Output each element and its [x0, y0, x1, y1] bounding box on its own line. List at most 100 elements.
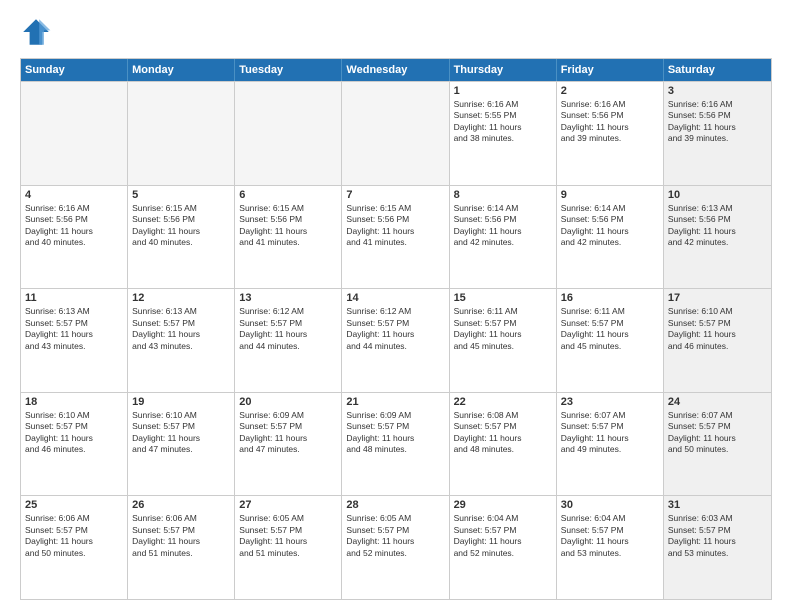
day-number: 4	[25, 189, 123, 201]
calendar-body: 1 Sunrise: 6:16 AMSunset: 5:55 PMDaylight…	[21, 81, 771, 599]
header-day-wednesday: Wednesday	[342, 59, 449, 81]
day-number: 29	[454, 499, 552, 511]
day-number: 20	[239, 396, 337, 408]
calendar-cell-19: 19Sunrise: 6:10 AMSunset: 5:57 PMDayligh…	[128, 393, 235, 496]
cell-info: Sunrise: 6:16 AMSunset: 5:56 PMDaylight:…	[668, 99, 767, 145]
cell-info: Sunrise: 6:06 AMSunset: 5:57 PMDaylight:…	[25, 513, 123, 559]
calendar-cell-16: 16 Sunrise: 6:11 AMSunset: 5:57 PMDayligh…	[557, 289, 664, 392]
calendar-cell-empty-0-2	[235, 82, 342, 185]
calendar-cell-31: 31 Sunrise: 6:03 AMSunset: 5:57 PMDayligh…	[664, 496, 771, 599]
calendar-cell-5: 5 Sunrise: 6:15 AMSunset: 5:56 PMDaylight…	[128, 186, 235, 289]
calendar-cell-empty-0-0	[21, 82, 128, 185]
calendar-cell-18: 18 Sunrise: 6:10 AMSunset: 5:57 PMDayligh…	[21, 393, 128, 496]
cell-info: Sunrise: 6:07 AMSunset: 5:57 PMDaylight:…	[561, 410, 659, 456]
cell-info: Sunrise: 6:11 AMSunset: 5:57 PMDaylight:…	[561, 306, 659, 352]
day-number: 15	[454, 292, 552, 304]
calendar-cell-2: 2 Sunrise: 6:16 AMSunset: 5:56 PMDaylight…	[557, 82, 664, 185]
day-number: 6	[239, 189, 337, 201]
day-number: 25	[25, 499, 123, 511]
cell-info: Sunrise: 6:16 AMSunset: 5:56 PMDaylight:…	[25, 203, 123, 249]
day-number: 3	[668, 85, 767, 97]
day-number: 14	[346, 292, 444, 304]
calendar-cell-9: 9Sunrise: 6:14 AMSunset: 5:56 PMDaylight…	[557, 186, 664, 289]
day-number: 17	[668, 292, 767, 304]
header-day-thursday: Thursday	[450, 59, 557, 81]
day-number: 26	[132, 499, 230, 511]
calendar-cell-22: 22 Sunrise: 6:08 AMSunset: 5:57 PMDayligh…	[450, 393, 557, 496]
day-number: 27	[239, 499, 337, 511]
header-day-saturday: Saturday	[664, 59, 771, 81]
calendar-cell-7: 7Sunrise: 6:15 AMSunset: 5:56 PMDaylight…	[342, 186, 449, 289]
calendar-cell-8: 8Sunrise: 6:14 AMSunset: 5:56 PMDaylight…	[450, 186, 557, 289]
day-number: 9	[561, 189, 659, 201]
calendar-cell-4: 4 Sunrise: 6:16 AMSunset: 5:56 PMDaylight…	[21, 186, 128, 289]
calendar-cell-24: 24 Sunrise: 6:07 AMSunset: 5:57 PMDayligh…	[664, 393, 771, 496]
calendar-header: SundayMondayTuesdayWednesdayThursdayFrid…	[21, 59, 771, 81]
day-number: 11	[25, 292, 123, 304]
calendar-cell-empty-0-3	[342, 82, 449, 185]
cell-info: Sunrise: 6:07 AMSunset: 5:57 PMDaylight:…	[668, 410, 767, 456]
calendar-row-1: 1 Sunrise: 6:16 AMSunset: 5:55 PMDaylight…	[21, 81, 771, 185]
calendar-cell-27: 27 Sunrise: 6:05 AMSunset: 5:57 PMDayligh…	[235, 496, 342, 599]
logo	[20, 16, 56, 48]
day-number: 12	[132, 292, 230, 304]
cell-info: Sunrise: 6:13 AMSunset: 5:57 PMDaylight:…	[25, 306, 123, 352]
cell-info: Sunrise: 6:04 AMSunset: 5:57 PMDaylight:…	[454, 513, 552, 559]
day-number: 5	[132, 189, 230, 201]
cell-info: Sunrise: 6:16 AMSunset: 5:55 PMDaylight:…	[454, 99, 552, 145]
cell-info: Sunrise: 6:09 AMSunset: 5:57 PMDaylight:…	[239, 410, 337, 456]
calendar-cell-23: 23 Sunrise: 6:07 AMSunset: 5:57 PMDayligh…	[557, 393, 664, 496]
cell-info: Sunrise: 6:04 AMSunset: 5:57 PMDaylight:…	[561, 513, 659, 559]
day-number: 16	[561, 292, 659, 304]
cell-info: Sunrise: 6:05 AMSunset: 5:57 PMDaylight:…	[239, 513, 337, 559]
calendar-cell-25: 25 Sunrise: 6:06 AMSunset: 5:57 PMDayligh…	[21, 496, 128, 599]
cell-info: Sunrise: 6:05 AMSunset: 5:57 PMDaylight:…	[346, 513, 444, 559]
calendar-cell-14: 14 Sunrise: 6:12 AMSunset: 5:57 PMDayligh…	[342, 289, 449, 392]
day-number: 19	[132, 396, 230, 408]
calendar-cell-20: 20 Sunrise: 6:09 AMSunset: 5:57 PMDayligh…	[235, 393, 342, 496]
calendar-cell-11: 11 Sunrise: 6:13 AMSunset: 5:57 PMDayligh…	[21, 289, 128, 392]
cell-info: Sunrise: 6:11 AMSunset: 5:57 PMDaylight:…	[454, 306, 552, 352]
cell-info: Sunrise: 6:06 AMSunset: 5:57 PMDaylight:…	[132, 513, 230, 559]
day-number: 28	[346, 499, 444, 511]
cell-info: Sunrise: 6:10 AMSunset: 5:57 PMDaylight:…	[25, 410, 123, 456]
day-number: 23	[561, 396, 659, 408]
day-number: 1	[454, 85, 552, 97]
cell-info: Sunrise: 6:12 AMSunset: 5:57 PMDaylight:…	[239, 306, 337, 352]
cell-info: Sunrise: 6:08 AMSunset: 5:57 PMDaylight:…	[454, 410, 552, 456]
cell-info: Sunrise: 6:13 AMSunset: 5:56 PMDaylight:…	[668, 203, 767, 249]
calendar-row-4: 18 Sunrise: 6:10 AMSunset: 5:57 PMDayligh…	[21, 392, 771, 496]
day-number: 7	[346, 189, 444, 201]
calendar-cell-6: 6 Sunrise: 6:15 AMSunset: 5:56 PMDaylight…	[235, 186, 342, 289]
cell-info: Sunrise: 6:15 AMSunset: 5:56 PMDaylight:…	[239, 203, 337, 249]
day-number: 18	[25, 396, 123, 408]
calendar-row-5: 25 Sunrise: 6:06 AMSunset: 5:57 PMDayligh…	[21, 495, 771, 599]
calendar-cell-empty-0-1	[128, 82, 235, 185]
calendar-cell-1: 1 Sunrise: 6:16 AMSunset: 5:55 PMDaylight…	[450, 82, 557, 185]
calendar-cell-3: 3 Sunrise: 6:16 AMSunset: 5:56 PMDaylight…	[664, 82, 771, 185]
day-number: 2	[561, 85, 659, 97]
calendar-cell-21: 21Sunrise: 6:09 AMSunset: 5:57 PMDayligh…	[342, 393, 449, 496]
calendar-cell-26: 26 Sunrise: 6:06 AMSunset: 5:57 PMDayligh…	[128, 496, 235, 599]
cell-info: Sunrise: 6:03 AMSunset: 5:57 PMDaylight:…	[668, 513, 767, 559]
calendar-cell-28: 28 Sunrise: 6:05 AMSunset: 5:57 PMDayligh…	[342, 496, 449, 599]
page: SundayMondayTuesdayWednesdayThursdayFrid…	[0, 0, 792, 612]
calendar-row-3: 11 Sunrise: 6:13 AMSunset: 5:57 PMDayligh…	[21, 288, 771, 392]
calendar-row-2: 4 Sunrise: 6:16 AMSunset: 5:56 PMDaylight…	[21, 185, 771, 289]
header	[20, 16, 772, 48]
day-number: 30	[561, 499, 659, 511]
cell-info: Sunrise: 6:16 AMSunset: 5:56 PMDaylight:…	[561, 99, 659, 145]
calendar-cell-12: 12 Sunrise: 6:13 AMSunset: 5:57 PMDayligh…	[128, 289, 235, 392]
day-number: 22	[454, 396, 552, 408]
calendar-cell-30: 30 Sunrise: 6:04 AMSunset: 5:57 PMDayligh…	[557, 496, 664, 599]
day-number: 24	[668, 396, 767, 408]
cell-info: Sunrise: 6:15 AMSunset: 5:56 PMDaylight:…	[132, 203, 230, 249]
day-number: 31	[668, 499, 767, 511]
header-day-monday: Monday	[128, 59, 235, 81]
calendar: SundayMondayTuesdayWednesdayThursdayFrid…	[20, 58, 772, 600]
calendar-cell-10: 10Sunrise: 6:13 AMSunset: 5:56 PMDayligh…	[664, 186, 771, 289]
cell-info: Sunrise: 6:12 AMSunset: 5:57 PMDaylight:…	[346, 306, 444, 352]
calendar-cell-15: 15 Sunrise: 6:11 AMSunset: 5:57 PMDayligh…	[450, 289, 557, 392]
calendar-cell-29: 29 Sunrise: 6:04 AMSunset: 5:57 PMDayligh…	[450, 496, 557, 599]
cell-info: Sunrise: 6:13 AMSunset: 5:57 PMDaylight:…	[132, 306, 230, 352]
